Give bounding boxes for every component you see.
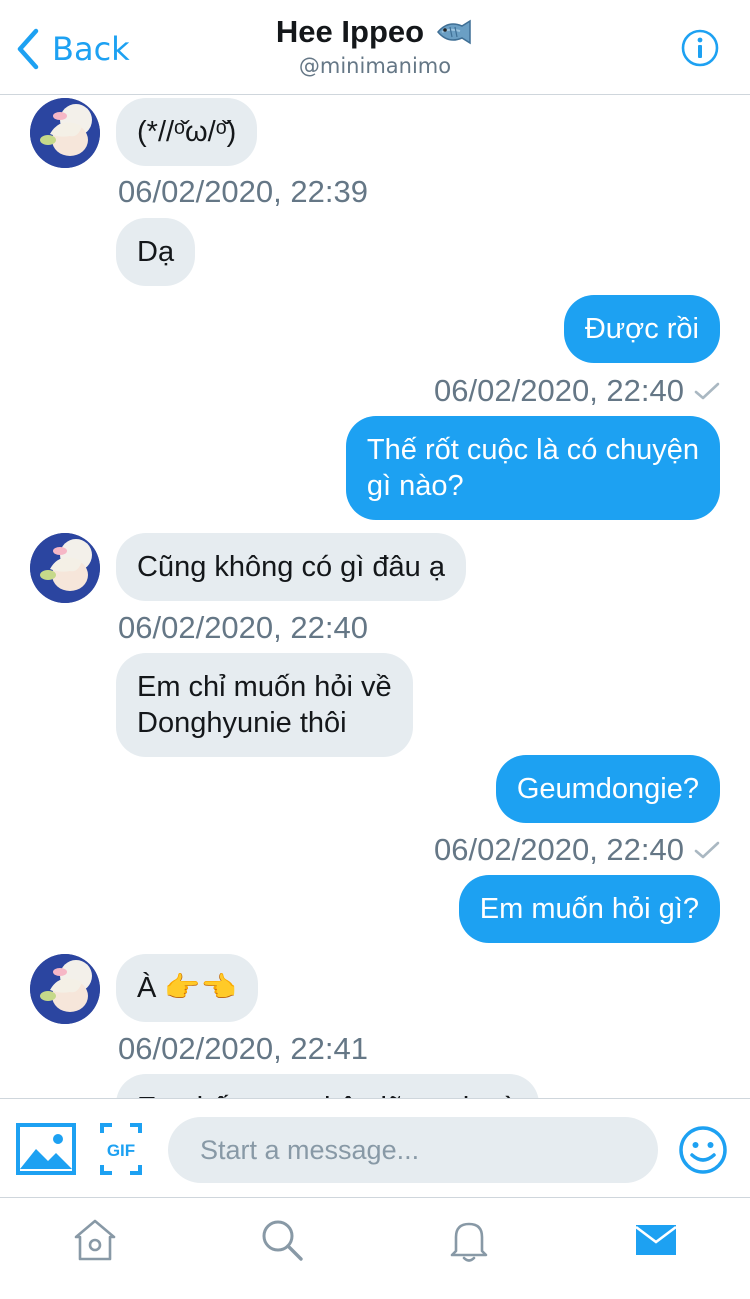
conversation[interactable]: (*//ᵒ̌ω/ᵒ̌) 06/02/2020, 22:39 Dạ Được rồ… bbox=[0, 96, 750, 1098]
message-composer: GIF bbox=[0, 1098, 750, 1198]
message-bubble-outgoing[interactable]: Em muốn hỏi gì? bbox=[458, 875, 720, 943]
avatar-image bbox=[30, 954, 100, 1024]
message-bubble-incoming[interactable]: Em thấy quan hệ giữa anh và bbox=[116, 1074, 539, 1098]
contact-name: Hee Ippeo bbox=[275, 14, 425, 49]
message-bubble-incoming[interactable]: Cũng không có gì đâu ạ bbox=[116, 533, 466, 601]
gif-icon[interactable]: GIF bbox=[100, 1123, 142, 1175]
fish-icon bbox=[437, 19, 471, 45]
message-bubble-incoming[interactable]: À 👉👈 bbox=[116, 954, 258, 1022]
message-line: Donghyunie thôi bbox=[137, 707, 347, 739]
home-icon[interactable] bbox=[72, 1217, 118, 1263]
message-timestamp: 06/02/2020, 22:40 bbox=[434, 832, 684, 867]
contact-info[interactable]: Hee Ippeo @minimanimo bbox=[0, 14, 750, 78]
avatar-image bbox=[30, 533, 100, 603]
message-timestamp-sent: 06/02/2020, 22:40 bbox=[434, 832, 720, 868]
message-timestamp: 06/02/2020, 22:40 bbox=[434, 373, 684, 408]
check-icon bbox=[694, 841, 720, 859]
contact-name-row: Hee Ippeo bbox=[276, 14, 474, 50]
avatar-image bbox=[30, 98, 100, 168]
message-bubble-incoming[interactable]: (*//ᵒ̌ω/ᵒ̌) bbox=[116, 98, 258, 166]
smiley-icon[interactable] bbox=[678, 1125, 728, 1175]
svg-text:GIF: GIF bbox=[107, 1141, 135, 1160]
message-timestamp: 06/02/2020, 22:39 bbox=[118, 174, 368, 209]
search-icon[interactable] bbox=[259, 1217, 305, 1263]
message-bubble-outgoing[interactable]: Được rồi bbox=[563, 295, 720, 363]
message-timestamp: 06/02/2020, 22:40 bbox=[118, 610, 368, 645]
bell-icon[interactable] bbox=[446, 1217, 492, 1263]
chat-header: Back Hee Ippeo @minimanimo bbox=[0, 0, 750, 95]
image-icon[interactable] bbox=[16, 1123, 76, 1175]
tab-bar bbox=[0, 1199, 750, 1299]
message-bubble-incoming[interactable]: Dạ bbox=[116, 218, 196, 286]
message-line: Em chỉ muốn hỏi về bbox=[137, 671, 392, 703]
check-icon bbox=[694, 382, 720, 400]
message-bubble-outgoing[interactable]: Geumdongie? bbox=[495, 755, 720, 823]
avatar[interactable] bbox=[30, 533, 100, 603]
message-input[interactable] bbox=[168, 1117, 658, 1183]
message-line: Thế rốt cuộc là có chuyện bbox=[366, 434, 699, 466]
message-timestamp-sent: 06/02/2020, 22:40 bbox=[434, 373, 720, 409]
contact-handle: @minimanimo bbox=[298, 54, 452, 78]
info-icon[interactable] bbox=[680, 28, 720, 68]
message-bubble-incoming[interactable]: Em chỉ muốn hỏi về Donghyunie thôi bbox=[116, 653, 413, 757]
message-bubble-outgoing[interactable]: Thế rốt cuộc là có chuyện gì nào? bbox=[345, 416, 720, 520]
avatar[interactable] bbox=[30, 954, 100, 1024]
mail-icon[interactable] bbox=[633, 1217, 679, 1263]
message-timestamp: 06/02/2020, 22:41 bbox=[118, 1031, 368, 1066]
message-line: gì nào? bbox=[366, 470, 464, 502]
avatar[interactable] bbox=[30, 98, 100, 168]
